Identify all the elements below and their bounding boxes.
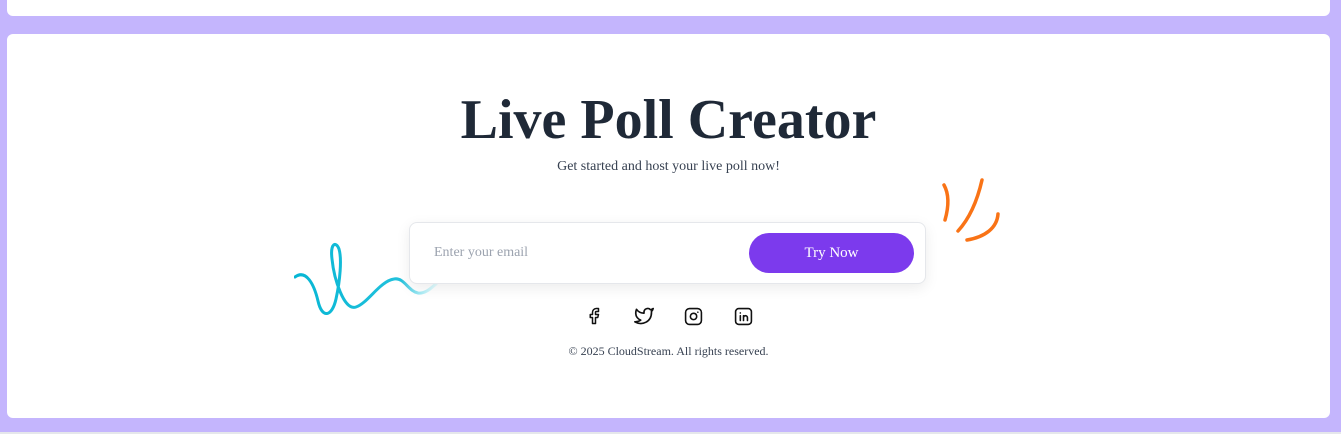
decorative-squiggle-right xyxy=(942,178,1000,242)
facebook-icon[interactable] xyxy=(584,306,604,326)
twitter-icon[interactable] xyxy=(633,306,654,326)
previous-section-card xyxy=(7,0,1330,16)
cta-section: Live Poll Creator Get started and host y… xyxy=(7,34,1330,418)
try-now-button[interactable]: Try Now xyxy=(749,233,914,273)
page-title: Live Poll Creator xyxy=(460,89,877,151)
instagram-icon[interactable] xyxy=(684,306,704,326)
email-input[interactable] xyxy=(428,237,740,269)
email-signup-form: Try Now xyxy=(409,222,926,284)
copyright-text: © 2025 CloudStream. All rights reserved. xyxy=(568,344,769,358)
social-links xyxy=(7,306,1330,326)
page-subtitle: Get started and host your live poll now! xyxy=(557,159,780,174)
linkedin-icon[interactable] xyxy=(734,306,754,326)
